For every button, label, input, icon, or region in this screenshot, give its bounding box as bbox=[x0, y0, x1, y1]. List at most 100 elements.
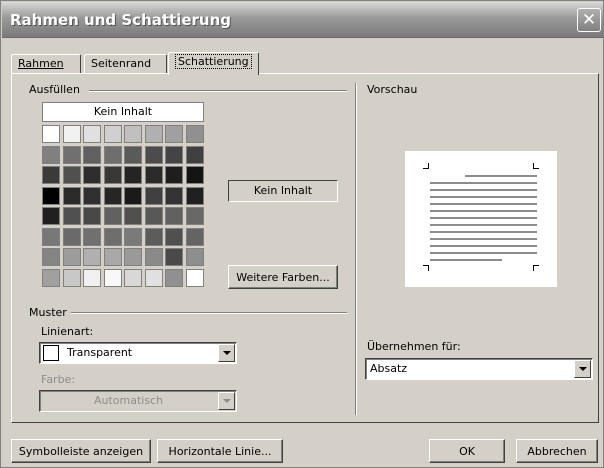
color-swatch[interactable] bbox=[185, 268, 204, 287]
tab-schattierung-label: Schattierung bbox=[175, 54, 252, 69]
column-divider bbox=[355, 83, 357, 415]
color-swatch[interactable] bbox=[165, 166, 183, 184]
color-swatch[interactable] bbox=[62, 248, 81, 266]
color-swatch[interactable] bbox=[103, 248, 122, 266]
color-swatch[interactable] bbox=[185, 166, 204, 184]
color-swatch[interactable] bbox=[124, 207, 142, 225]
color-swatch[interactable] bbox=[165, 207, 183, 225]
tab-schattierung[interactable]: Schattierung bbox=[168, 52, 259, 75]
color-swatch[interactable] bbox=[42, 145, 60, 164]
color-swatch[interactable] bbox=[62, 125, 81, 143]
color-swatch[interactable] bbox=[165, 145, 183, 164]
color-swatch[interactable] bbox=[83, 207, 101, 225]
color-swatch[interactable] bbox=[103, 125, 122, 143]
color-swatch[interactable] bbox=[185, 186, 204, 205]
close-icon[interactable]: ✕ bbox=[577, 8, 601, 32]
color-swatch[interactable] bbox=[83, 125, 101, 143]
color-swatch[interactable] bbox=[103, 268, 122, 287]
color-swatch[interactable] bbox=[62, 207, 81, 225]
crop-mark bbox=[533, 265, 539, 271]
tab-rahmen[interactable]: Rahmen bbox=[11, 54, 81, 74]
color-swatch[interactable] bbox=[62, 227, 81, 246]
tab-seitenrand-label: Seitenrand bbox=[91, 57, 152, 70]
title-bar[interactable]: Rahmen und Schattierung ✕ bbox=[2, 2, 603, 38]
color-swatch[interactable] bbox=[62, 145, 81, 164]
color-swatch[interactable] bbox=[165, 248, 183, 266]
ok-button[interactable]: OK bbox=[429, 439, 505, 463]
preview-text-line bbox=[430, 189, 537, 191]
color-swatch[interactable] bbox=[42, 125, 60, 143]
color-swatch[interactable] bbox=[103, 166, 122, 184]
color-swatch[interactable] bbox=[124, 248, 142, 266]
show-toolbar-button[interactable]: Symbolleiste anzeigen bbox=[11, 439, 151, 463]
chevron-down-icon[interactable] bbox=[218, 392, 235, 410]
color-swatch[interactable] bbox=[103, 207, 122, 225]
color-swatch[interactable] bbox=[144, 166, 163, 184]
chevron-down-icon[interactable] bbox=[218, 344, 235, 362]
color-swatch[interactable] bbox=[103, 145, 122, 164]
no-fill-swatch[interactable]: Kein Inhalt bbox=[42, 102, 204, 122]
color-swatch[interactable] bbox=[42, 166, 60, 184]
horizontal-line-button[interactable]: Horizontale Linie... bbox=[157, 439, 283, 463]
preview-pane bbox=[405, 151, 557, 287]
color-swatch[interactable] bbox=[83, 268, 101, 287]
color-swatch[interactable] bbox=[185, 207, 204, 225]
apply-to-label: Übernehmen für: bbox=[367, 340, 464, 353]
crop-mark bbox=[423, 163, 429, 169]
color-swatch[interactable] bbox=[144, 227, 163, 246]
color-swatch[interactable] bbox=[165, 186, 183, 205]
color-swatch[interactable] bbox=[83, 166, 101, 184]
color-swatch[interactable] bbox=[185, 145, 204, 164]
more-colors-button[interactable]: Weitere Farben... bbox=[228, 265, 338, 289]
color-swatch[interactable] bbox=[83, 227, 101, 246]
color-swatch[interactable] bbox=[42, 248, 60, 266]
color-swatch[interactable] bbox=[144, 207, 163, 225]
chevron-down-icon[interactable] bbox=[574, 360, 591, 378]
color-swatch[interactable] bbox=[124, 125, 142, 143]
color-swatch[interactable] bbox=[124, 227, 142, 246]
color-swatch[interactable] bbox=[83, 186, 101, 205]
color-swatch[interactable] bbox=[62, 166, 81, 184]
pattern-group-label: Muster bbox=[29, 306, 70, 319]
color-swatch[interactable] bbox=[62, 186, 81, 205]
color-swatch[interactable] bbox=[185, 125, 204, 143]
color-swatch[interactable] bbox=[103, 227, 122, 246]
preview-group-label: Vorschau bbox=[367, 83, 421, 96]
pattern-preview-swatch bbox=[43, 345, 59, 361]
color-swatch[interactable] bbox=[144, 145, 163, 164]
color-swatch[interactable] bbox=[185, 248, 204, 266]
color-swatch[interactable] bbox=[124, 145, 142, 164]
color-swatch[interactable] bbox=[165, 268, 183, 287]
preview-text-line bbox=[430, 245, 537, 247]
color-swatch[interactable] bbox=[62, 268, 81, 287]
preview-text-line bbox=[430, 231, 537, 233]
color-swatch[interactable] bbox=[42, 227, 60, 246]
apply-to-dropdown[interactable]: Absatz bbox=[365, 358, 593, 380]
current-fill-sample: Kein Inhalt bbox=[228, 180, 338, 202]
color-swatch[interactable] bbox=[144, 268, 163, 287]
color-swatch[interactable] bbox=[83, 248, 101, 266]
color-swatch[interactable] bbox=[83, 145, 101, 164]
pattern-color-dropdown[interactable]: Automatisch bbox=[39, 390, 237, 412]
color-swatch[interactable] bbox=[144, 248, 163, 266]
color-swatch[interactable] bbox=[124, 166, 142, 184]
color-swatch[interactable] bbox=[103, 186, 122, 205]
color-swatch[interactable] bbox=[124, 268, 142, 287]
color-swatch[interactable] bbox=[165, 227, 183, 246]
color-swatch[interactable] bbox=[144, 186, 163, 205]
pattern-style-label: Linienart: bbox=[41, 325, 97, 338]
pattern-style-dropdown[interactable]: Transparent bbox=[39, 342, 237, 364]
tab-rahmen-label: Rahmen bbox=[18, 57, 64, 70]
color-swatch[interactable] bbox=[42, 207, 60, 225]
color-swatch[interactable] bbox=[165, 125, 183, 143]
color-swatch[interactable] bbox=[42, 268, 60, 287]
color-swatch[interactable] bbox=[185, 227, 204, 246]
color-swatch[interactable] bbox=[144, 125, 163, 143]
color-swatch[interactable] bbox=[42, 186, 60, 205]
crop-mark bbox=[533, 163, 539, 169]
color-swatch[interactable] bbox=[124, 186, 142, 205]
preview-text-line bbox=[430, 238, 537, 240]
tab-seitenrand[interactable]: Seitenrand bbox=[84, 54, 167, 74]
preview-text-line bbox=[430, 196, 537, 198]
cancel-button[interactable]: Abbrechen bbox=[516, 439, 598, 463]
